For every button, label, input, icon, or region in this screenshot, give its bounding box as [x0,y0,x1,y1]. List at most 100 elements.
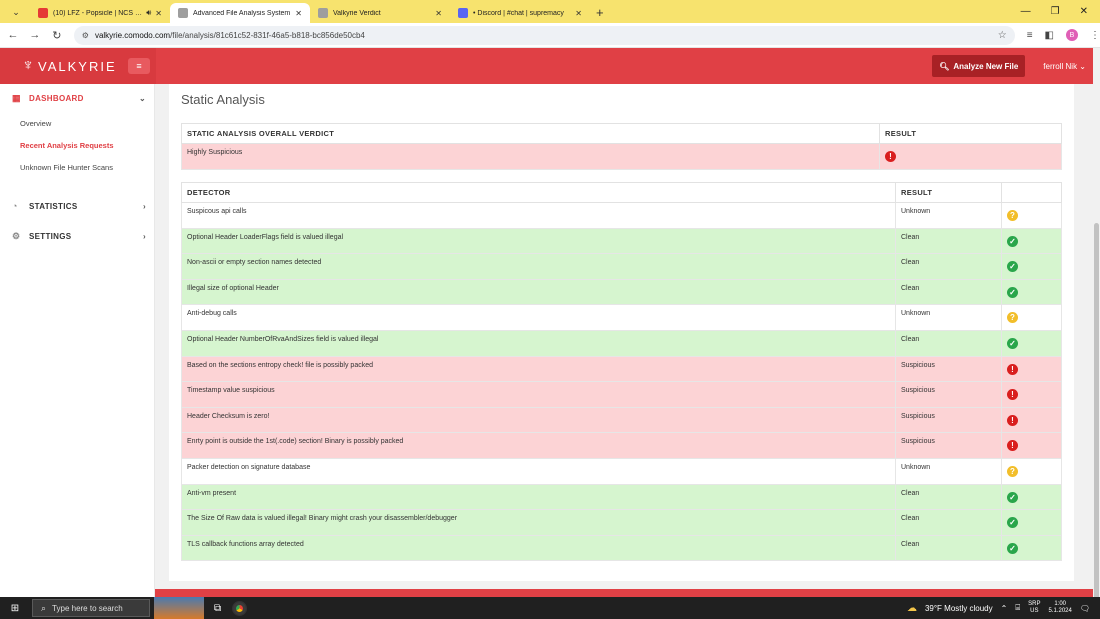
detector-name: Enrty point is outside the 1st(.code) se… [181,432,896,459]
analyze-button-label: Analyze New File [953,61,1019,71]
notification-icon[interactable]: 🗨︎ [1080,604,1090,613]
user-menu[interactable]: ferroll Nik ⌄ [1043,62,1086,71]
sidebar-section-label: STATISTICS [29,201,78,211]
search-icon: 🔍︎ [939,61,950,71]
analyze-new-file-button[interactable]: 🔍︎ Analyze New File [932,55,1026,77]
detector-result: Clean [895,278,1002,306]
window-controls: — ❐ ✕ [1021,0,1100,23]
tab-title: Valkyrie Verdict [333,9,381,17]
detector-name: Optional Header LoaderFlags field is val… [181,227,896,255]
tab-close-icon[interactable]: ✕ [575,9,582,18]
browser-tab[interactable]: • Discord | #chat | supremacy ✕ [450,3,590,23]
url-input[interactable]: ⚙ valkyrie.comodo.com/file/analysis/81c6… [73,25,1015,45]
detector-row: Suspicous api calls Unknown? [181,202,1062,229]
browser-tab[interactable]: Valkyrie Verdict ✕ [310,3,450,23]
side-panel-icon[interactable]: ◧ [1045,30,1054,41]
pie-chart-icon: ◔ [12,201,18,211]
tab-close-icon[interactable]: ✕ [295,9,302,18]
detector-name: Optional Header NumberOfRvaAndSizes fiel… [181,329,896,357]
language-indicator[interactable]: SRP US [1028,601,1040,615]
sidebar-item-overview[interactable]: Overview [0,112,154,134]
reload-icon[interactable]: ↻ [48,29,66,42]
check-circle-icon: ✓ [1007,491,1018,503]
close-window-icon[interactable]: ✕ [1080,6,1088,17]
detector-name: Suspicous api calls [181,202,896,229]
detector-table: DETECTOR RESULT Suspicous api calls Unkno… [181,182,1062,562]
taskbar-widget-thumbnail[interactable] [154,597,204,619]
chevron-down-icon: ⌄ [1079,61,1086,71]
footer-strip [155,589,1100,597]
tab-close-icon[interactable]: ✕ [155,9,162,18]
tab-title: Advanced File Analysis System [193,9,291,17]
alert-icon: ! [1007,414,1018,426]
profile-avatar[interactable]: B [1066,29,1078,41]
back-icon[interactable]: ← [4,29,22,41]
detector-name: Header Checksum is zero! [181,406,896,434]
search-icon: ⌕ [41,602,47,613]
verdict-value: Highly Suspicious [181,143,880,170]
new-tab-icon[interactable]: + [596,5,604,20]
detector-row: Header Checksum is zero! Suspicious! [181,406,1062,434]
detector-row: Timestamp value suspicious Suspicious! [181,381,1062,408]
detector-row: Non-ascii or empty section names detecte… [181,253,1062,280]
sidebar-section-settings[interactable]: ⚙ SETTINGS › [0,222,154,250]
detector-result: Clean [895,483,1002,511]
weather-text[interactable]: 39°F Mostly cloudy [925,604,993,613]
result-column-header: RESULT [879,123,1062,144]
taskbar-clock[interactable]: 1:00 5.1.2024 [1048,601,1071,615]
address-bar: ← → ↻ ⚙ valkyrie.comodo.com/file/analysi… [0,23,1100,48]
tab-audio-icon[interactable]: 🔊︎ [146,8,151,18]
taskbar-search-input[interactable]: ⌕ Type here to search [32,599,150,617]
hamburger-menu-icon[interactable]: ≡ [128,58,150,74]
page-scrollbar[interactable] [1093,48,1100,613]
brand[interactable]: ♆ VALKYRIE ≡ [0,48,156,84]
chevron-down-icon: ⌄ [138,93,146,103]
tab-title: (10) LFZ - Popsicle | NCS - C [53,9,144,17]
restore-icon[interactable]: ❐ [1051,6,1060,17]
check-circle-icon: ✓ [1007,235,1018,247]
brand-name: VALKYRIE [38,58,117,74]
detector-result: Suspicious [895,406,1002,434]
detector-row: Based on the sections entropy check! fil… [181,355,1062,383]
browser-tab[interactable]: Advanced File Analysis System ✕ [170,3,310,23]
tab-search-icon[interactable]: ⌄ [6,2,26,22]
detector-rows: Suspicous api calls Unknown? Optional Head… [181,202,1062,562]
windows-start-icon[interactable]: ⊞ [4,603,26,614]
url-path: /file/analysis/81c61c52-831f-46a5-b818-b… [170,30,365,40]
browser-menu-icon[interactable]: ⋮ [1090,30,1100,41]
tray-chevron-up-icon[interactable]: ⌃ [1001,604,1008,613]
site-info-icon[interactable]: ⚙ [82,31,89,40]
browser-tab[interactable]: (10) LFZ - Popsicle | NCS - C 🔊︎ ✕ [30,3,170,23]
detector-name: Non-ascii or empty section names detecte… [181,253,896,280]
alert-icon: ! [1007,440,1018,452]
forward-icon[interactable]: → [26,29,44,41]
verdict-table: STATIC ANALYSIS OVERALL VERDICT RESULT H… [181,123,1062,170]
sidebar-section-statistics[interactable]: ◔ STATISTICS › [0,192,154,220]
verdict-column-header: STATIC ANALYSIS OVERALL VERDICT [181,123,880,144]
sidebar-item-unknown-file-hunter-scans[interactable]: Unknown File Hunter Scans [0,156,154,178]
sidebar-item-recent-analysis-requests[interactable]: Recent Analysis Requests [0,134,154,156]
taskbar: ⊞ ⌕ Type here to search ⧉ ☁ 39°F Mostly … [0,597,1100,619]
media-control-icon[interactable]: ≡ [1027,30,1033,41]
language-code: SRP [1028,601,1041,607]
tab-list: (10) LFZ - Popsicle | NCS - C 🔊︎ ✕ Advanced… [30,0,590,23]
detector-row: Packer detection on signature database Un… [181,457,1062,485]
weather-cloud-icon[interactable]: ☁ [907,603,917,614]
detector-result: Unknown [895,202,1002,229]
bookmark-star-icon[interactable]: ☆ [998,30,1007,41]
tab-close-icon[interactable]: ✕ [435,9,442,18]
detector-result: Suspicious [895,355,1002,383]
detector-row: Anti-debug calls Unknown? [181,304,1062,331]
network-icon[interactable]: ⌸ [1015,603,1020,613]
tab-favicon-icon [178,8,188,18]
chrome-taskbar-icon[interactable] [233,601,247,615]
scrollbar-thumb[interactable] [1094,223,1099,613]
alert-icon: ! [1007,363,1018,375]
minimize-icon[interactable]: — [1021,6,1031,17]
detector-result: Unknown [895,457,1002,485]
sidebar-section-dashboard[interactable]: ▦ DASHBOARD ⌄ [0,84,154,112]
detector-row: Optional Header LoaderFlags field is val… [181,227,1062,255]
detector-name: Packer detection on signature database [181,457,896,485]
chevron-right-icon: › [143,201,146,211]
task-view-icon[interactable]: ⧉ [214,603,221,614]
